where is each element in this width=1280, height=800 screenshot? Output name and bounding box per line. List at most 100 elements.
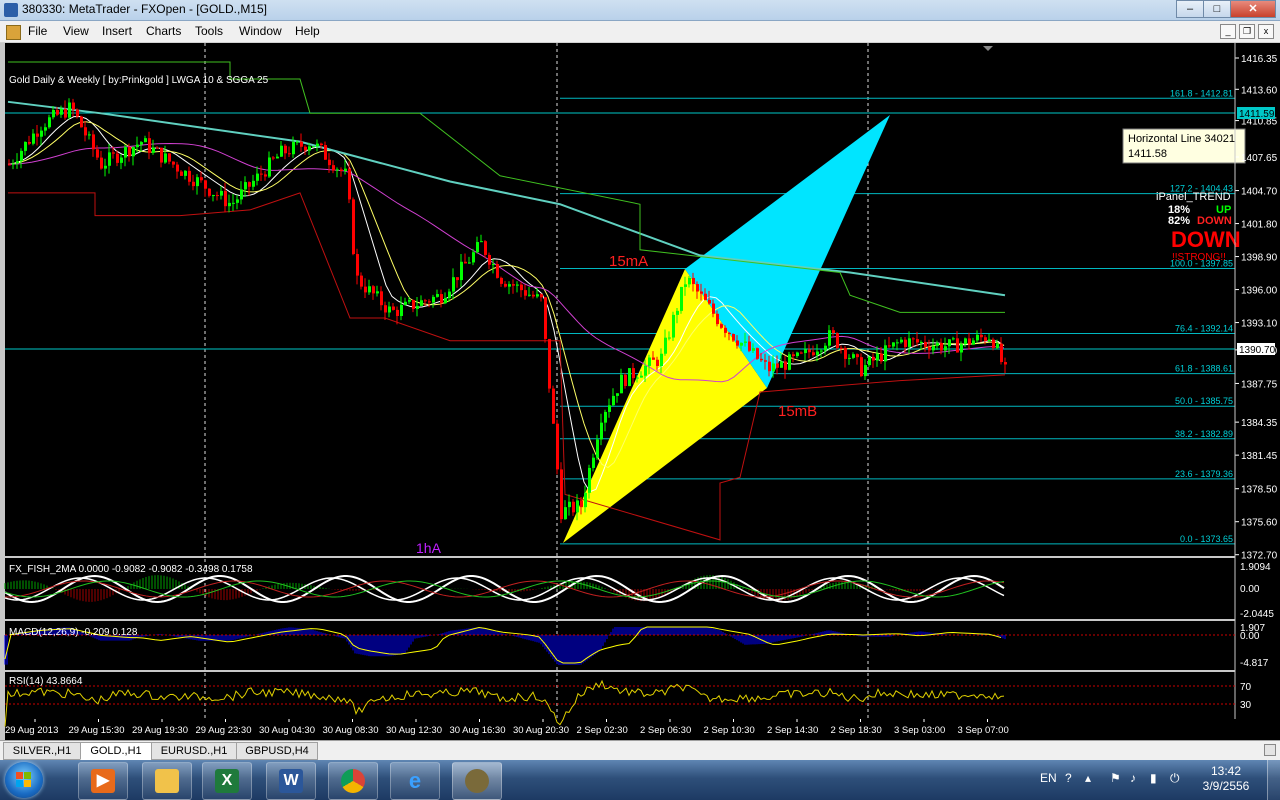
candle-body	[240, 189, 243, 200]
taskbar-internet-explorer[interactable]: e	[390, 762, 440, 800]
candle-body	[24, 141, 27, 151]
candle-body	[100, 157, 103, 169]
action-center-icon[interactable]: ⚑	[1110, 771, 1121, 785]
candle-body	[576, 500, 579, 513]
candle-body	[220, 190, 223, 196]
candle-body	[8, 164, 11, 166]
candle-body	[744, 341, 747, 343]
candle-body	[172, 161, 175, 165]
price-tick-label: 1413.60	[1241, 85, 1278, 96]
menu-file[interactable]: File	[28, 24, 47, 38]
tab-gbpusd-h4[interactable]: GBPUSD,H4	[236, 742, 318, 760]
candle-body	[472, 252, 475, 263]
tab-eurusd-h1[interactable]: EURUSD.,H1	[151, 742, 237, 760]
candle-body	[716, 313, 719, 325]
candle-body	[736, 340, 739, 346]
candle-body	[492, 264, 495, 266]
system-tray: EN ? ▴ ⚑ ♪ ▮ ⏻ 13:42 3/9/2556	[1020, 760, 1280, 800]
candle-body	[276, 156, 279, 159]
tabs-scroll-button[interactable]	[1264, 744, 1276, 756]
network-icon[interactable]: ▮	[1150, 771, 1157, 785]
menu-window[interactable]: Window	[239, 24, 282, 38]
candle-body	[392, 306, 395, 310]
taskbar-word[interactable]: W	[266, 762, 316, 800]
taskbar-explorer[interactable]	[142, 762, 192, 800]
chart-document-icon[interactable]	[6, 25, 21, 40]
candle-body	[340, 169, 343, 172]
windows-logo-icon	[16, 772, 32, 788]
tray-arrow-icon[interactable]: ▴	[1085, 771, 1091, 785]
taskbar-excel[interactable]: X	[202, 762, 252, 800]
menu-view[interactable]: View	[63, 24, 89, 38]
fish-tick-bottom: -2.0445	[1240, 609, 1274, 620]
fib-level-label: 23.6 - 1379.36	[1175, 469, 1233, 479]
minimize-button[interactable]: –	[1176, 0, 1204, 18]
price-tick-label: 1381.45	[1241, 451, 1278, 462]
candle-body	[732, 334, 735, 341]
time-tick-label: 3 Sep 07:00	[958, 725, 1009, 736]
ipanel-down-pct: 82%	[1168, 215, 1190, 227]
candle-body	[828, 330, 831, 346]
chart-window[interactable]: 161.8 - 1412.81127.2 - 1404.43100.0 - 13…	[0, 43, 1280, 740]
candle-body	[976, 334, 979, 341]
price-tick-label: 1398.90	[1241, 253, 1278, 264]
candle-body	[928, 346, 931, 351]
candle-body	[948, 339, 951, 347]
fib-level-label: 50.0 - 1385.75	[1175, 396, 1233, 406]
mdi-restore-button[interactable]: ❐	[1239, 24, 1255, 39]
candle-body	[876, 353, 879, 361]
fish-tick-zero: 0.00	[1240, 584, 1260, 595]
tab-silver-h1[interactable]: SILVER.,H1	[3, 742, 81, 760]
candle-body	[524, 290, 527, 296]
candle-body	[752, 348, 755, 351]
clock[interactable]: 13:42 3/9/2556	[1196, 764, 1256, 794]
menu-insert[interactable]: Insert	[102, 24, 132, 38]
excel-icon: X	[215, 769, 239, 793]
candle-body	[724, 327, 727, 333]
menu-charts[interactable]: Charts	[146, 24, 181, 38]
help-icon[interactable]: ?	[1065, 771, 1072, 785]
start-button[interactable]	[5, 762, 43, 798]
candle-body	[596, 439, 599, 458]
language-indicator[interactable]: EN	[1040, 771, 1057, 785]
candle-body	[704, 293, 707, 300]
candle-body	[488, 254, 491, 265]
taskbar-chrome[interactable]	[328, 762, 378, 800]
candle-body	[592, 457, 595, 468]
mdi-minimize-button[interactable]: _	[1220, 24, 1236, 39]
menu-help[interactable]: Help	[295, 24, 320, 38]
close-button[interactable]: ✕	[1230, 0, 1276, 18]
candle-body	[688, 277, 691, 285]
time-tick-label: 2 Sep 06:30	[640, 725, 691, 736]
maximize-button[interactable]: □	[1203, 0, 1231, 18]
candle-body	[400, 304, 403, 316]
candle-body	[436, 294, 439, 297]
candle-body	[988, 339, 991, 342]
candle-body	[236, 199, 239, 203]
candle-body	[500, 277, 503, 284]
time-tick-label: 30 Aug 16:30	[450, 725, 506, 736]
price-tick-label: 1384.35	[1241, 418, 1278, 429]
volume-icon[interactable]: ♪	[1130, 771, 1136, 785]
horizontal-line-price-tag: 1411.59	[1237, 107, 1275, 120]
menu-tools[interactable]: Tools	[195, 24, 223, 38]
tab-gold-h1[interactable]: GOLD.,H1	[80, 742, 152, 760]
candle-body	[888, 345, 891, 347]
candle-body	[604, 411, 607, 423]
candle-body	[292, 141, 295, 155]
mdi-close-button[interactable]: x	[1258, 24, 1274, 39]
rsi-tick-30: 30	[1240, 700, 1252, 711]
power-icon[interactable]: ⏻	[1170, 771, 1180, 786]
show-desktop-button[interactable]	[1267, 760, 1280, 800]
taskbar: ▶ X W e EN ? ▴ ⚑ ♪ ▮ ⏻ 13:42 3/9/2556	[0, 760, 1280, 800]
taskbar-media-player[interactable]: ▶	[78, 762, 128, 800]
candle-body	[816, 351, 819, 356]
candle-body	[620, 374, 623, 394]
ipanel-title: iPanel_TREND	[1156, 191, 1231, 203]
taskbar-metatrader[interactable]	[452, 762, 502, 800]
candle-body	[808, 349, 811, 353]
candle-body	[92, 134, 95, 150]
candle-body	[544, 297, 547, 339]
candle-body	[564, 507, 567, 520]
candle-body	[932, 345, 935, 351]
